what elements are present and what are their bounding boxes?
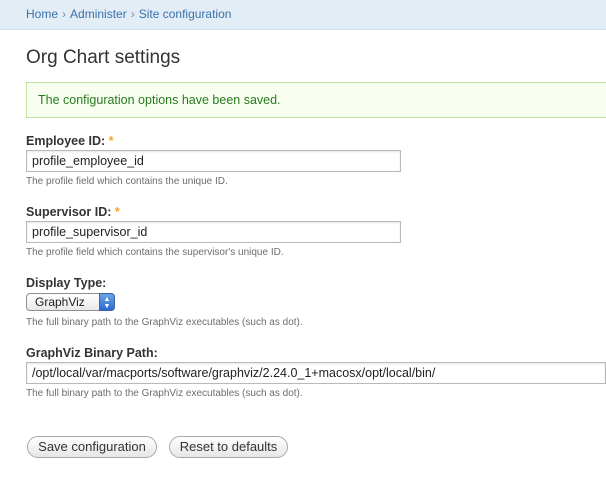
save-configuration-button[interactable]: Save configuration [27,436,157,458]
display-type-label: Display Type: [26,276,107,290]
graphviz-path-label: GraphViz Binary Path: [26,346,158,360]
graphviz-path-field[interactable] [26,362,606,384]
supervisor-id-field[interactable] [26,221,401,243]
required-marker: * [108,134,114,148]
supervisor-id-description: The profile field which contains the sup… [26,247,284,258]
select-arrows-icon: ▲ ▼ [99,293,115,311]
breadcrumb: Home › Administer › Site configuration [26,7,231,21]
display-type-select[interactable]: GraphViz ▲ ▼ [26,293,115,311]
status-message-text: The configuration options have been save… [38,93,281,107]
employee-id-description: The profile field which contains the uni… [26,176,228,187]
breadcrumb-bar: Home › Administer › Site configuration [0,0,606,30]
required-marker: * [114,205,120,219]
employee-id-field[interactable] [26,150,401,172]
employee-id-label-text: Employee ID: [26,134,106,148]
breadcrumb-separator: › [62,7,67,21]
breadcrumb-link-home[interactable]: Home [26,7,58,21]
reset-to-defaults-button[interactable]: Reset to defaults [169,436,288,458]
main-content: Org Chart settings The configuration opt… [0,31,606,477]
breadcrumb-link-site-configuration[interactable]: Site configuration [139,7,232,21]
breadcrumb-separator: › [130,7,135,21]
status-message: The configuration options have been save… [26,82,606,118]
page-title: Org Chart settings [26,47,181,68]
graphviz-path-description: The full binary path to the GraphViz exe… [26,388,303,399]
page: Home › Administer › Site configuration Org C… [0,0,606,477]
display-type-selected: GraphViz [35,295,85,309]
breadcrumb-link-administer[interactable]: Administer [70,7,127,21]
supervisor-id-label: Supervisor ID: * [26,205,120,219]
supervisor-id-label-text: Supervisor ID: [26,205,112,219]
display-type-description: The full binary path to the GraphViz exe… [26,317,303,328]
employee-id-label: Employee ID: * [26,134,114,148]
